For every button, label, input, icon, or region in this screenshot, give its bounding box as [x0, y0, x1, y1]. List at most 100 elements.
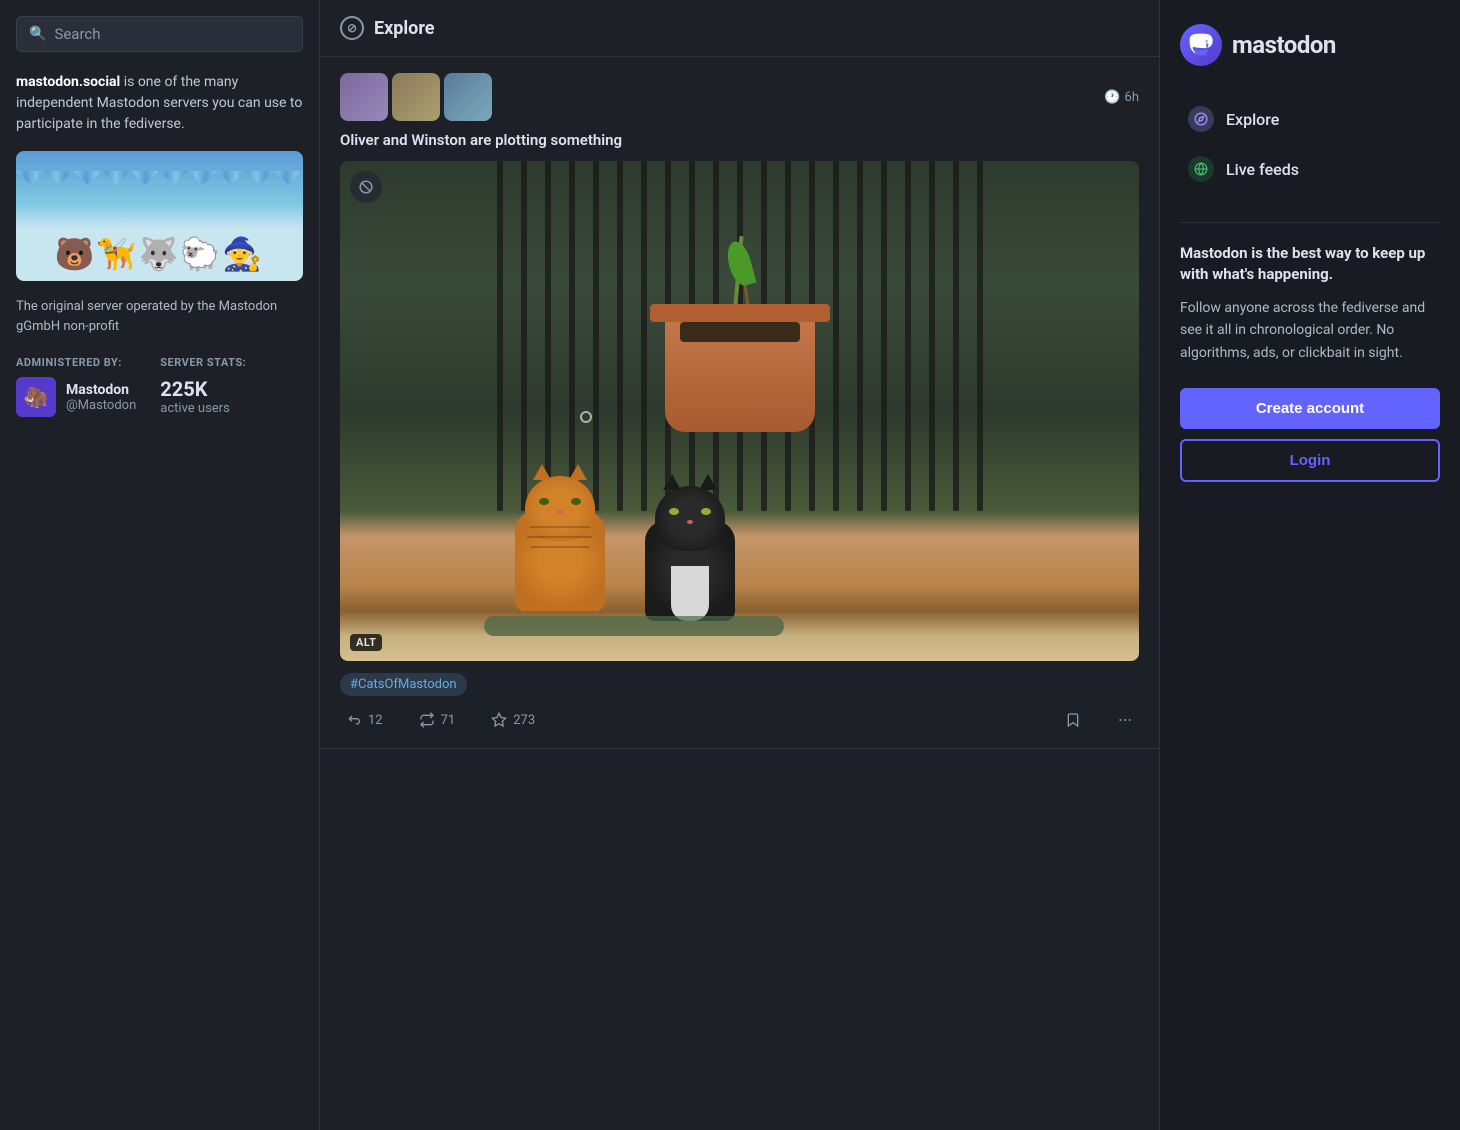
reply-count: 12 [368, 713, 383, 728]
search-placeholder: Search [54, 25, 100, 43]
nav-live-label: Live feeds [1226, 160, 1299, 179]
hashtag-pill[interactable]: #CatsOfMastodon [340, 673, 467, 696]
fence-bar [905, 161, 911, 511]
favorite-button[interactable]: 273 [485, 708, 541, 732]
post-header: 🕐 6h [340, 73, 1139, 121]
admin-label: ADMINISTERED BY: [16, 356, 136, 369]
fence-bar [497, 161, 503, 511]
star-icon [491, 712, 507, 728]
search-bar[interactable]: 🔍 Search [16, 16, 303, 52]
cats [500, 481, 750, 621]
mastodon-logo-svg [1189, 33, 1213, 57]
bookmark-button[interactable] [1059, 708, 1087, 732]
left-sidebar: 🔍 Search mastodon.social is one of the m… [0, 0, 320, 1130]
pot-body [665, 322, 815, 432]
fence-bar [977, 161, 983, 511]
boost-button[interactable]: 71 [413, 708, 462, 732]
cat-mat [484, 616, 784, 636]
black-cat [630, 491, 750, 621]
post-card: 🕐 6h Oliver and Winston are plotting som… [320, 57, 1159, 749]
fence-bar [545, 161, 551, 511]
login-button[interactable]: Login [1180, 439, 1440, 482]
pot-rim [650, 304, 830, 322]
tagline-normal: Follow anyone across the fediverse and s… [1180, 297, 1440, 364]
banner-decoration: 🐻🦮🐺🐑🧙 [55, 235, 264, 273]
reply-button[interactable]: 12 [340, 708, 389, 732]
bookmark-icon [1065, 712, 1081, 728]
fence-bar [929, 161, 935, 511]
post-image-container[interactable]: ALT [340, 161, 1139, 661]
favorite-count: 273 [513, 713, 535, 728]
cat-scene [340, 161, 1139, 661]
post-avatars [340, 73, 496, 121]
fence-bar [857, 161, 863, 511]
post-avatar-2[interactable] [392, 73, 440, 121]
more-button[interactable] [1111, 708, 1139, 732]
globe-icon [1194, 162, 1208, 176]
admin-row: 🦣 Mastodon @Mastodon [16, 377, 136, 417]
boost-count: 71 [441, 713, 456, 728]
explore-title: Explore [374, 18, 434, 39]
fence-bar [641, 161, 647, 511]
reply-icon [346, 712, 362, 728]
fence-bar [593, 161, 599, 511]
post-time: 🕐 6h [1104, 90, 1139, 105]
admin-name: Mastodon [66, 382, 136, 398]
boost-icon [419, 712, 435, 728]
logo-icon [1180, 24, 1222, 66]
nav-item-explore[interactable]: Explore [1180, 96, 1440, 142]
server-meta: ADMINISTERED BY: 🦣 Mastodon @Mastodon SE… [16, 356, 303, 417]
server-banner: 🐻🦮🐺🐑🧙 [16, 151, 303, 281]
right-divider [1180, 222, 1440, 223]
explore-header: ⊘ Explore [320, 0, 1159, 57]
fence-bar [521, 161, 527, 511]
location-indicator [580, 411, 592, 423]
fence-bar [617, 161, 623, 511]
active-users-count: 225K [160, 377, 246, 401]
live-nav-icon [1188, 156, 1214, 182]
mastodon-logo: mastodon [1180, 24, 1440, 66]
plant-pot-area [650, 236, 830, 436]
server-name: mastodon.social [16, 74, 120, 90]
post-title: Oliver and Winston are plotting somethin… [340, 131, 1139, 149]
explore-icon: ⊘ [340, 16, 364, 40]
white-bib [671, 566, 709, 621]
stats-section: SERVER STATS: 225K active users [160, 356, 246, 417]
stats-label: SERVER STATS: [160, 356, 246, 369]
plant-leaf [723, 239, 756, 288]
hashtag-container: #CatsOfMastodon [340, 673, 1139, 708]
server-description: mastodon.social is one of the many indep… [16, 72, 303, 135]
fence-bar [833, 161, 839, 511]
right-nav: Explore Live feeds [1180, 96, 1440, 192]
post-actions: 12 71 273 [340, 708, 1139, 732]
nav-item-live-feeds[interactable]: Live feeds [1180, 146, 1440, 192]
fence-bar [953, 161, 959, 511]
admin-section: ADMINISTERED BY: 🦣 Mastodon @Mastodon [16, 356, 136, 417]
nav-explore-label: Explore [1226, 110, 1279, 129]
post-avatar-1[interactable] [340, 73, 388, 121]
tagline-bold: Mastodon is the best way to keep up with… [1180, 243, 1440, 285]
orange-cat [500, 481, 620, 621]
admin-handle: @Mastodon [66, 398, 136, 413]
alt-text-badge[interactable]: ALT [350, 634, 382, 651]
logo-text: mastodon [1232, 31, 1336, 59]
post-timestamp: 6h [1125, 90, 1139, 105]
more-icon [1117, 712, 1133, 728]
post-avatar-3[interactable] [444, 73, 492, 121]
content-warning-button[interactable] [350, 171, 382, 203]
fence-bar [569, 161, 575, 511]
clock-icon: 🕐 [1104, 90, 1120, 105]
server-about: The original server operated by the Mast… [16, 297, 303, 336]
explore-nav-icon [1188, 106, 1214, 132]
admin-info: Mastodon @Mastodon [66, 382, 136, 413]
pot-soil [680, 322, 800, 342]
search-icon: 🔍 [29, 26, 46, 42]
post-image [340, 161, 1139, 661]
admin-avatar: 🦣 [16, 377, 56, 417]
compass-icon [1194, 112, 1208, 126]
create-account-button[interactable]: Create account [1180, 388, 1440, 429]
main-feed: ⊘ Explore 🕐 6h Oliver and Winston are pl… [320, 0, 1160, 1130]
fence-bar [881, 161, 887, 511]
active-users-label: active users [160, 401, 246, 416]
right-sidebar: mastodon Explore Live feeds Mast [1160, 0, 1460, 1130]
